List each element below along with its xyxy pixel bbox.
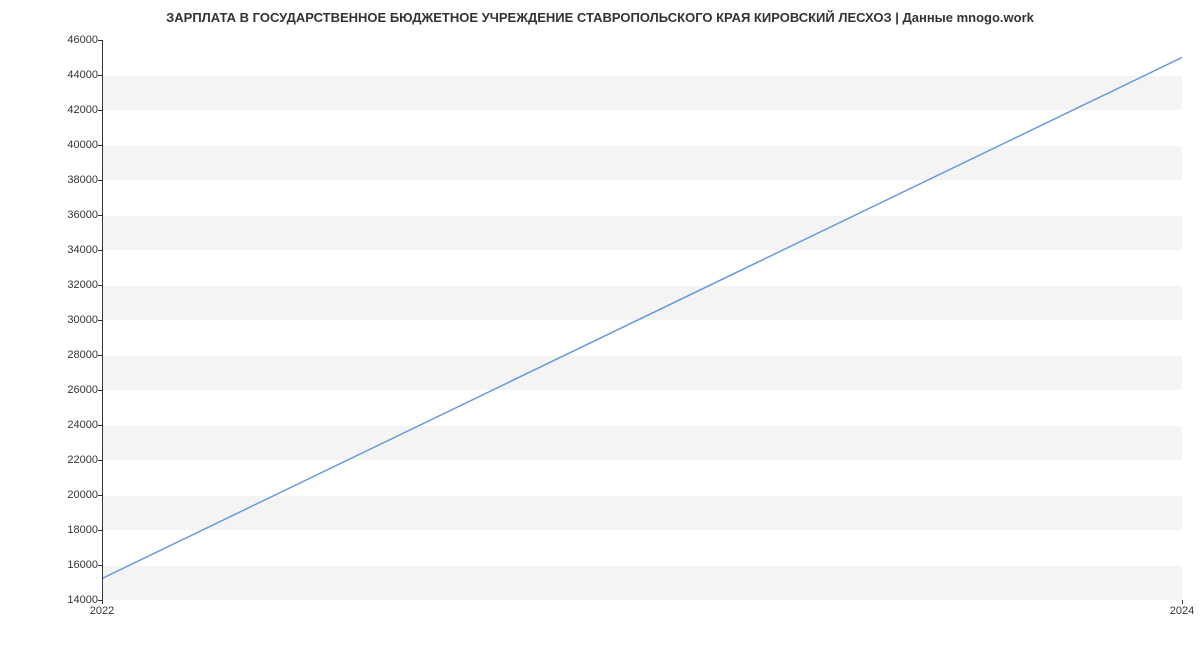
grid-band	[103, 425, 1182, 460]
y-tick-mark	[98, 75, 102, 76]
y-tick-label: 26000	[50, 384, 98, 396]
grid-line	[103, 530, 1182, 531]
x-tick-label: 2024	[1170, 605, 1194, 617]
grid-line	[103, 460, 1182, 461]
y-tick-mark	[98, 495, 102, 496]
y-tick-label: 32000	[50, 279, 98, 291]
y-tick-mark	[98, 530, 102, 531]
y-tick-label: 34000	[50, 244, 98, 256]
grid-line	[103, 180, 1182, 181]
y-tick-label: 24000	[50, 419, 98, 431]
y-tick-label: 46000	[50, 34, 98, 46]
grid-band	[103, 75, 1182, 110]
y-tick-mark	[98, 145, 102, 146]
x-tick-mark	[1182, 600, 1183, 604]
grid-line	[103, 565, 1182, 566]
y-tick-mark	[98, 425, 102, 426]
y-tick-mark	[98, 320, 102, 321]
grid-line	[103, 250, 1182, 251]
grid-line	[103, 320, 1182, 321]
y-tick-label: 22000	[50, 454, 98, 466]
y-tick-label: 18000	[50, 524, 98, 536]
y-tick-label: 16000	[50, 559, 98, 571]
grid-line	[103, 390, 1182, 391]
grid-line	[103, 110, 1182, 111]
y-tick-mark	[98, 390, 102, 391]
y-tick-label: 44000	[50, 69, 98, 81]
grid-band	[103, 215, 1182, 250]
y-tick-label: 28000	[50, 349, 98, 361]
y-tick-label: 30000	[50, 314, 98, 326]
y-tick-mark	[98, 460, 102, 461]
y-tick-mark	[98, 250, 102, 251]
grid-band	[103, 145, 1182, 180]
y-tick-label: 38000	[50, 174, 98, 186]
grid-line	[103, 215, 1182, 216]
y-tick-mark	[98, 355, 102, 356]
x-tick-mark	[102, 600, 103, 604]
y-tick-mark	[98, 285, 102, 286]
y-tick-mark	[98, 180, 102, 181]
y-tick-label: 42000	[50, 104, 98, 116]
grid-line	[103, 355, 1182, 356]
y-tick-mark	[98, 215, 102, 216]
chart-title: ЗАРПЛАТА В ГОСУДАРСТВЕННОЕ БЮДЖЕТНОЕ УЧР…	[0, 10, 1200, 25]
grid-band	[103, 565, 1182, 600]
y-tick-mark	[98, 40, 102, 41]
grid-line	[103, 145, 1182, 146]
y-tick-label: 36000	[50, 209, 98, 221]
y-tick-mark	[98, 110, 102, 111]
grid-line	[103, 285, 1182, 286]
y-tick-label: 20000	[50, 489, 98, 501]
grid-line	[103, 425, 1182, 426]
grid-line	[103, 600, 1182, 601]
grid-line	[103, 495, 1182, 496]
grid-band	[103, 285, 1182, 320]
grid-line	[103, 40, 1182, 41]
grid-line	[103, 75, 1182, 76]
y-tick-label: 40000	[50, 139, 98, 151]
y-tick-mark	[98, 565, 102, 566]
plot-area	[102, 40, 1182, 600]
x-tick-label: 2022	[90, 605, 114, 617]
grid-band	[103, 355, 1182, 390]
grid-band	[103, 495, 1182, 530]
